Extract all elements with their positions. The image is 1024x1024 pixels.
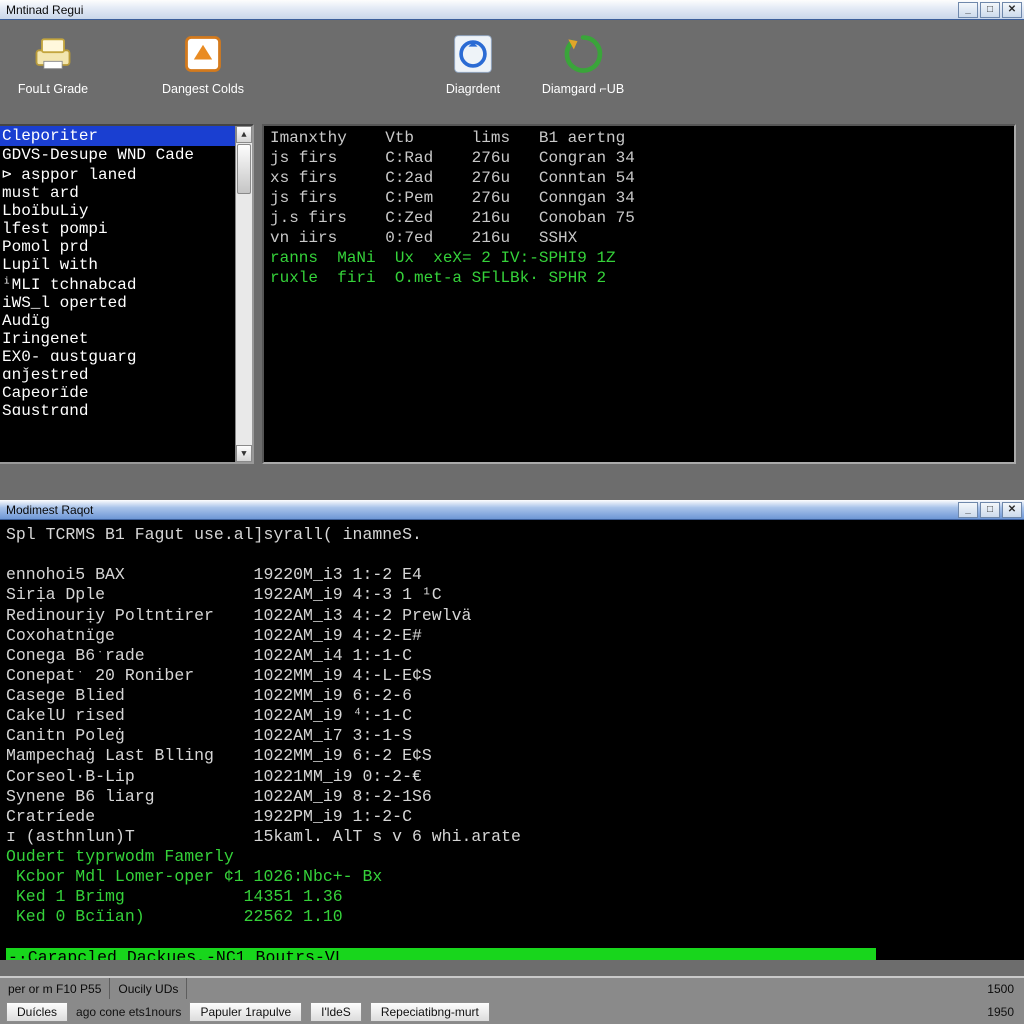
minimize-button[interactable]: _ bbox=[958, 2, 978, 18]
right-terminal[interactable]: Imanxthy Vtb lims B1 aertng js firs C:Ra… bbox=[262, 124, 1016, 464]
window-buttons-top: _ □ ✕ bbox=[958, 2, 1022, 18]
list-item[interactable]: must ard bbox=[0, 184, 252, 202]
body-row: Cleporiter GDVS-Desupe WND Cade⊳ asppor … bbox=[0, 124, 1024, 464]
tab-duicles[interactable]: Duícles bbox=[6, 1002, 68, 1022]
tool-label: Dangest Colds bbox=[162, 82, 244, 96]
caret-square-icon bbox=[179, 30, 227, 78]
recycle-icon bbox=[559, 30, 607, 78]
list-item[interactable]: ɑnǰestred bbox=[0, 366, 252, 384]
maximize-button[interactable]: □ bbox=[980, 2, 1000, 18]
status-seg-1[interactable]: per or m F10 P55 bbox=[0, 978, 110, 999]
title-bottom: Modimest Raqot bbox=[6, 503, 958, 517]
close-button[interactable]: ✕ bbox=[1002, 2, 1022, 18]
status-number-2: 1950 bbox=[977, 1005, 1024, 1019]
status-number-1: 1500 bbox=[977, 982, 1024, 996]
terminal-bottom[interactable]: Spl TCRMS B1 Fagut use.al]syrall( inamne… bbox=[0, 520, 1024, 960]
title-top: Mntinad Regui bbox=[6, 3, 958, 17]
list-item[interactable]: iWS_l operted bbox=[0, 294, 252, 312]
minimize-button[interactable]: _ bbox=[958, 502, 978, 518]
list-item[interactable]: LboïbuLiy bbox=[0, 202, 252, 220]
window-buttons-bottom: _ □ ✕ bbox=[958, 502, 1022, 518]
statusbar-row2: ago cone ets1nours Papuler 1rapulve I'ld… bbox=[0, 999, 1024, 1024]
status-seg-2[interactable]: Oucily UDs bbox=[110, 978, 187, 999]
tool-label: Diagrdent bbox=[446, 82, 500, 96]
statusbar-row1: per or m F10 P55 Oucily UDs 1500 bbox=[0, 978, 1024, 999]
scrollbar-vertical[interactable]: ▲ ▼ bbox=[235, 126, 252, 462]
list-item[interactable]: lfest pompi bbox=[0, 220, 252, 238]
list-item[interactable]: EX0- ɑustguarg bbox=[0, 348, 252, 366]
list-item[interactable]: ⊳ asppor laned bbox=[0, 164, 252, 184]
statusbar: per or m F10 P55 Oucily UDs 1500 ago con… bbox=[0, 976, 1024, 1024]
titlebar-bottom[interactable]: Modimest Raqot _ □ ✕ bbox=[0, 500, 1024, 520]
scroll-down-arrow[interactable]: ▼ bbox=[236, 445, 252, 462]
window-top: Mntinad Regui _ □ ✕ FouLt Grade Dangest … bbox=[0, 0, 1024, 500]
left-list-header[interactable]: Cleporiter bbox=[0, 126, 252, 146]
scroll-thumb[interactable] bbox=[237, 144, 251, 194]
tab-repeciatibng[interactable]: Repeciatibng-murt bbox=[370, 1002, 490, 1022]
titlebar-top[interactable]: Mntinad Regui _ □ ✕ bbox=[0, 0, 1024, 20]
printer-icon bbox=[29, 30, 77, 78]
maximize-button[interactable]: □ bbox=[980, 502, 1000, 518]
status-row2-label: ago cone ets1nours bbox=[76, 1005, 181, 1019]
list-item[interactable]: Sɑustrɑnd bbox=[0, 402, 252, 420]
disc-refresh-icon bbox=[449, 30, 497, 78]
tool-diamgard-rb[interactable]: Diamgard ⌐UB bbox=[538, 30, 628, 96]
tab-papuler[interactable]: Papuler 1rapulve bbox=[189, 1002, 302, 1022]
left-list-panel: Cleporiter GDVS-Desupe WND Cade⊳ asppor … bbox=[0, 124, 254, 464]
tab-ildes[interactable]: I'ldeS bbox=[310, 1002, 362, 1022]
toolbar: FouLt Grade Dangest Colds Diagrdent Diam… bbox=[0, 20, 1024, 124]
scroll-up-arrow[interactable]: ▲ bbox=[236, 126, 252, 143]
list-item[interactable]: ⁱMLI tchnabcad bbox=[0, 274, 252, 294]
list-item[interactable]: Iringenet bbox=[0, 330, 252, 348]
list-item[interactable]: GDVS-Desupe WND Cade bbox=[0, 146, 252, 164]
list-item[interactable]: Capeorïde bbox=[0, 384, 252, 402]
tool-label: Diamgard ⌐UB bbox=[542, 82, 624, 96]
tool-diagrdent[interactable]: Diagrdent bbox=[428, 30, 518, 96]
list-item[interactable]: Lupïl with bbox=[0, 256, 252, 274]
window-bottom: Modimest Raqot _ □ ✕ Spl TCRMS B1 Fagut … bbox=[0, 500, 1024, 960]
tool-dangest-colds[interactable]: Dangest Colds bbox=[158, 30, 248, 96]
tool-label: FouLt Grade bbox=[18, 82, 88, 96]
list-item[interactable]: Audïg bbox=[0, 312, 252, 330]
close-button[interactable]: ✕ bbox=[1002, 502, 1022, 518]
tool-fault-grade[interactable]: FouLt Grade bbox=[8, 30, 98, 96]
list-item[interactable]: Pomol prd bbox=[0, 238, 252, 256]
